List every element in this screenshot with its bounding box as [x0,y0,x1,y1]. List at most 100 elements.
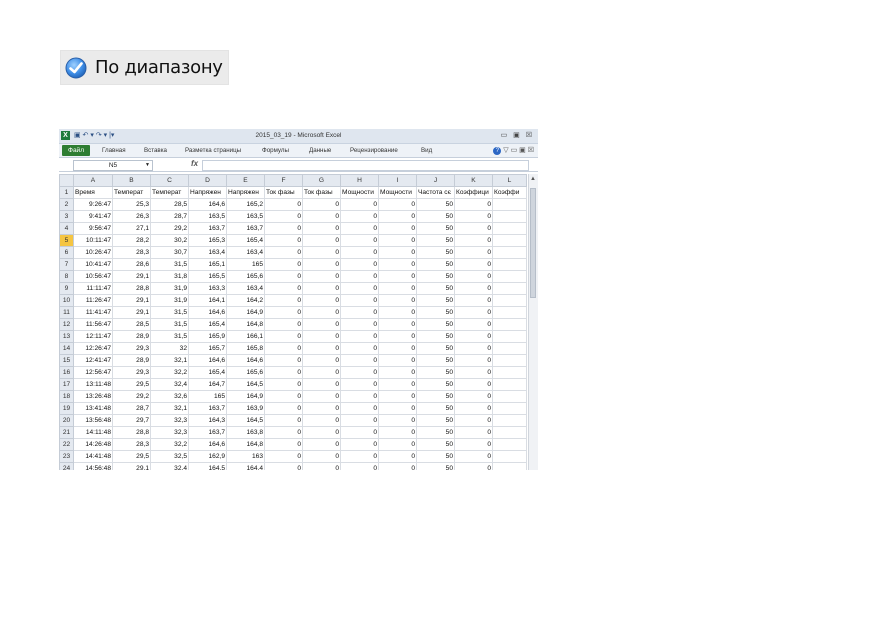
cell[interactable]: 32,4 [150,378,189,391]
help-icon[interactable]: ? [493,147,502,155]
cell[interactable]: 0 [302,402,341,415]
cell[interactable]: 9:41:47 [73,210,113,223]
cell[interactable] [492,402,527,415]
cell[interactable]: 32,3 [150,426,189,439]
cell[interactable]: 0 [264,402,303,415]
cell[interactable]: 0 [340,426,379,439]
cell[interactable]: 0 [302,318,341,331]
cell[interactable]: 0 [264,198,303,211]
cell[interactable]: 164,5 [226,378,265,391]
cell[interactable]: 0 [264,378,303,391]
row-header[interactable]: 3 [59,210,74,223]
column-header-b[interactable]: B [112,174,151,187]
row-header[interactable]: 18 [59,390,74,403]
cell[interactable]: 0 [264,450,303,463]
cell[interactable]: 29,5 [112,450,151,463]
cell[interactable]: 164,3 [188,414,227,427]
tab-home[interactable]: Главная [102,147,126,154]
cell[interactable]: 0 [378,270,417,283]
cell[interactable]: Температ [112,186,151,199]
cell[interactable]: 164,5 [188,462,227,470]
column-header-j[interactable]: J [416,174,455,187]
row-header[interactable]: 22 [59,438,74,451]
column-header-d[interactable]: D [188,174,227,187]
cell[interactable]: 0 [454,378,493,391]
cell[interactable]: 28,9 [112,330,151,343]
cell[interactable]: 0 [340,366,379,379]
cell[interactable]: 0 [378,246,417,259]
cell[interactable]: 28,8 [112,426,151,439]
row-header[interactable]: 10 [59,294,74,307]
cell[interactable]: 0 [378,318,417,331]
cell[interactable]: 50 [416,246,455,259]
cell[interactable] [492,414,527,427]
row-header[interactable]: 17 [59,378,74,391]
cell[interactable]: 0 [340,246,379,259]
cell[interactable]: 0 [378,198,417,211]
cell[interactable]: 0 [340,270,379,283]
row-header[interactable]: 15 [59,354,74,367]
cell[interactable]: 28,8 [112,282,151,295]
cell[interactable] [492,270,527,283]
cell[interactable]: 0 [302,258,341,271]
row-header[interactable]: 23 [59,450,74,463]
cell[interactable]: 0 [302,378,341,391]
cell[interactable]: 0 [454,366,493,379]
cell[interactable]: 0 [302,366,341,379]
cell[interactable]: 0 [378,294,417,307]
cell[interactable]: 0 [454,210,493,223]
cell[interactable]: 163,4 [226,246,265,259]
vertical-scrollbar[interactable]: ▲ [528,174,538,470]
cell[interactable]: Напряжен [188,186,227,199]
row-header[interactable]: 8 [59,270,74,283]
cell[interactable]: 10:11:47 [73,234,113,247]
cell[interactable]: 50 [416,390,455,403]
cell[interactable]: 0 [454,258,493,271]
cell[interactable] [492,426,527,439]
cell[interactable]: 29,1 [112,462,151,470]
cell[interactable]: 164,6 [188,306,227,319]
cell[interactable]: Время [73,186,113,199]
cell[interactable]: 0 [302,414,341,427]
cell[interactable]: 0 [340,282,379,295]
cell[interactable]: 0 [340,450,379,463]
cell[interactable]: 0 [264,294,303,307]
cell[interactable]: 165,2 [226,198,265,211]
cell[interactable]: 163,7 [188,222,227,235]
cell[interactable]: 163,5 [188,210,227,223]
cell[interactable]: 0 [340,318,379,331]
cell[interactable] [492,378,527,391]
cell[interactable]: 163,5 [226,210,265,223]
cell[interactable]: Ток фазы [302,186,341,199]
cell[interactable]: 31,5 [150,258,189,271]
cell[interactable] [492,198,527,211]
cell[interactable]: 0 [454,282,493,295]
select-all-corner[interactable] [59,174,74,187]
cell[interactable]: 165,5 [188,270,227,283]
cell[interactable]: 0 [378,210,417,223]
cell[interactable]: 164,2 [226,294,265,307]
cell[interactable]: 50 [416,258,455,271]
cell[interactable]: 0 [302,306,341,319]
cell[interactable]: Ток фазы [264,186,303,199]
cell[interactable]: 50 [416,222,455,235]
cell[interactable]: 166,1 [226,330,265,343]
column-header-f[interactable]: F [264,174,303,187]
cell[interactable]: 0 [302,246,341,259]
cell[interactable]: 50 [416,282,455,295]
cell[interactable]: 0 [454,450,493,463]
cell[interactable]: Частота сє [416,186,455,199]
row-header[interactable]: 2 [59,198,74,211]
cell[interactable]: 0 [454,234,493,247]
cell[interactable]: 32 [150,342,189,355]
cell[interactable]: 0 [340,354,379,367]
cell[interactable]: 29,3 [112,342,151,355]
cell[interactable]: 31,5 [150,330,189,343]
cell[interactable]: 163,9 [226,402,265,415]
cell[interactable]: 0 [454,222,493,235]
cell[interactable]: 27,1 [112,222,151,235]
cell[interactable]: 50 [416,414,455,427]
cell[interactable]: 164,6 [188,198,227,211]
cell[interactable]: 0 [264,330,303,343]
cell[interactable]: 11:26:47 [73,294,113,307]
